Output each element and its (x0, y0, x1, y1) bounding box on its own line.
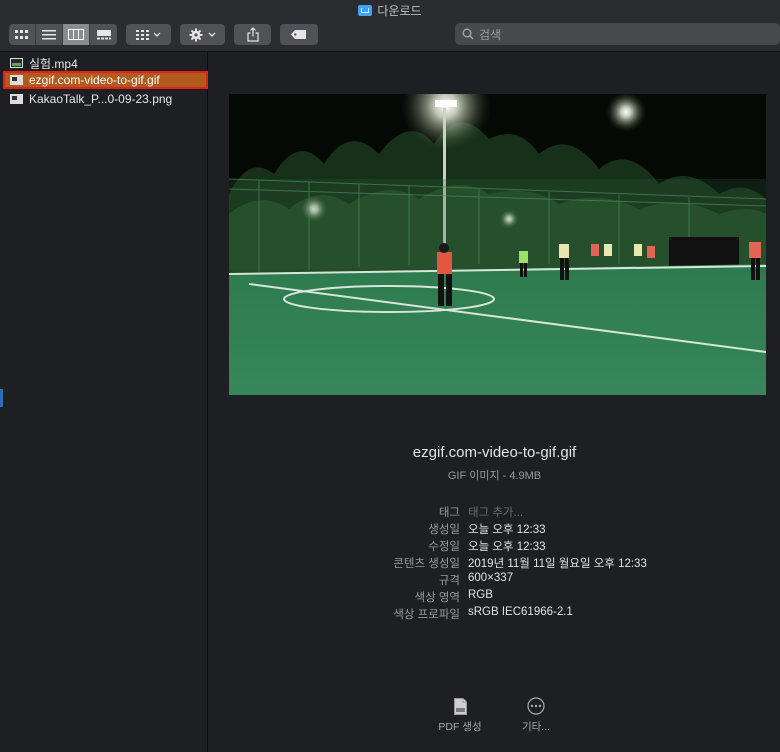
meta-value: sRGB IEC61966-2.1 (468, 606, 573, 618)
file-item-1-selected[interactable]: ezgif.com-video-to-gif.gif (3, 71, 208, 89)
meta-value: 오늘 오후 12:33 (468, 524, 546, 536)
search-icon (462, 28, 474, 40)
share-icon (246, 27, 259, 42)
video-file-icon (10, 58, 23, 68)
file-name: ezgif.com-video-to-gif.gif (29, 73, 160, 87)
search-field[interactable]: 검색 (455, 23, 780, 45)
meta-value: 600×337 (468, 572, 514, 584)
file-item-0[interactable]: 실험.mp4 (3, 54, 208, 72)
action-menu-button[interactable] (180, 24, 225, 45)
list-view-icon[interactable] (36, 24, 63, 45)
share-button[interactable] (234, 24, 271, 45)
preview-file-info: GIF 이미지 - 4.9MB (447, 470, 542, 482)
meta-key: 색상 프로파일 (393, 609, 460, 621)
file-name: 실험.mp4 (29, 56, 78, 71)
meta-row-content-created: 콘텐츠 생성일 2019년 11월 11일 월요일 오후 12:33 (209, 555, 780, 572)
meta-row-tags: 태그 태그 추가... (209, 504, 780, 521)
preview-file-name: ezgif.com-video-to-gif.gif (412, 444, 577, 461)
meta-value: RGB (468, 589, 493, 601)
image-file-icon (10, 94, 23, 104)
window-title: 다운로드 (0, 2, 780, 18)
action-label: 기타... (521, 721, 551, 733)
file-item-2[interactable]: KakaoTalk_P...0-09-23.png (3, 90, 208, 108)
column-view-icon[interactable] (63, 24, 90, 45)
meta-key: 수정일 (428, 541, 460, 553)
group-grid-icon (135, 29, 160, 40)
gif-preview-image (229, 94, 766, 395)
gear-icon (189, 28, 215, 41)
search-placeholder: 검색 (479, 27, 502, 42)
meta-key: 콘텐츠 생성일 (393, 558, 460, 570)
column-edge-indicator (0, 389, 3, 407)
pdf-icon (453, 697, 467, 715)
meta-value: 오늘 오후 12:33 (468, 541, 546, 553)
toolbar: 다운로드 검색 (0, 0, 780, 52)
meta-value: 2019년 11월 11일 월요일 오후 12:33 (468, 558, 647, 570)
add-tag-field[interactable]: 태그 추가... (468, 504, 523, 520)
file-column: 실험.mp4 ezgif.com-video-to-gif.gif KakaoT… (0, 52, 208, 752)
create-pdf-button[interactable]: PDF 생성 (425, 697, 495, 734)
meta-key: 색상 영역 (414, 592, 460, 604)
tag-button[interactable] (280, 24, 318, 45)
icon-view-icon[interactable] (9, 24, 36, 45)
window-title-text: 다운로드 (377, 4, 422, 18)
more-actions-button[interactable]: 기타... (501, 697, 571, 734)
meta-row-created: 생성일 오늘 오후 12:33 (209, 521, 780, 538)
gallery-view-icon[interactable] (90, 24, 117, 45)
meta-row-dimensions: 규격 600×337 (209, 572, 780, 589)
meta-row-modified: 수정일 오늘 오후 12:33 (209, 538, 780, 555)
more-icon (527, 697, 545, 715)
group-by-button[interactable] (126, 24, 171, 45)
meta-key: 태그 (438, 507, 460, 519)
meta-row-color-profile: 색상 프로파일 sRGB IEC61966-2.1 (209, 606, 780, 623)
folder-icon (358, 5, 373, 16)
action-label: PDF 생성 (438, 721, 482, 733)
tag-icon (291, 30, 306, 39)
file-name: KakaoTalk_P...0-09-23.png (29, 92, 173, 106)
image-file-icon (10, 75, 23, 85)
meta-row-color-space: 색상 영역 RGB (209, 589, 780, 606)
view-mode-control (9, 24, 117, 45)
meta-key: 생성일 (428, 524, 460, 536)
meta-key: 규격 (438, 575, 460, 587)
